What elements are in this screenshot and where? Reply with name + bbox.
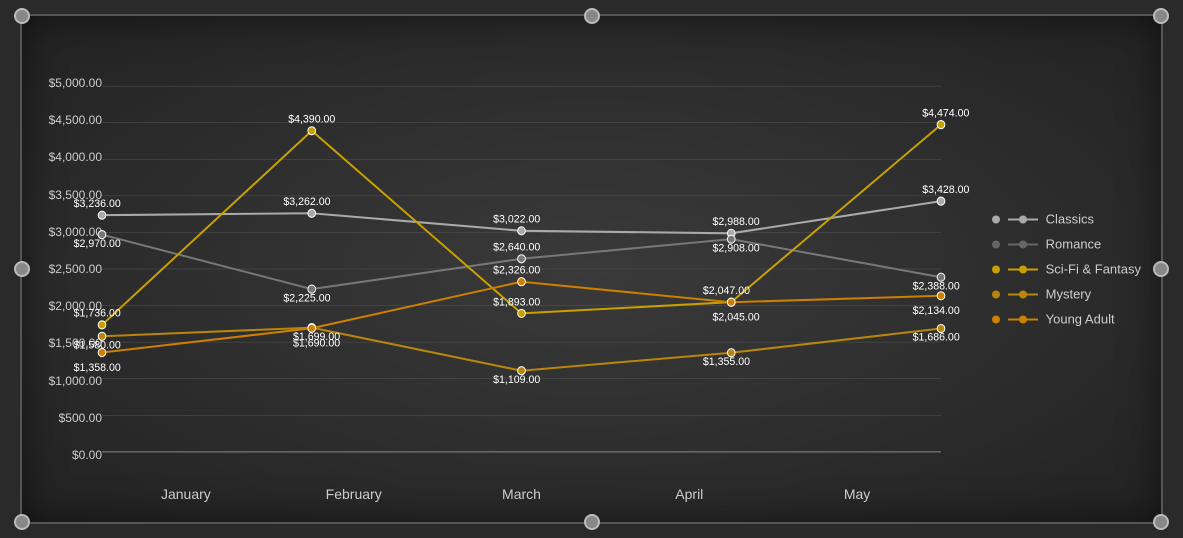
corner-decoration-mr [1153,261,1169,277]
data-label-youngadult: $2,134.00 [913,305,960,317]
legend-label: Young Adult [1046,312,1115,327]
y-axis-label: $5,000.00 [49,76,102,90]
data-label-mystery: $1,580.00 [74,339,121,351]
data-label-youngadult: $2,045.00 [713,311,760,323]
data-point-classics [98,211,106,219]
legend-color-indicator [1008,318,1038,320]
data-label-romance: $2,388.00 [913,280,960,292]
legend-color-indicator [1008,293,1038,295]
data-point-classics [937,197,945,205]
y-axis-label: $500.00 [59,411,102,425]
data-label-classics: $3,236.00 [74,198,121,210]
legend-color-indicator [1008,218,1038,220]
y-axis-labels: $5,000.00$4,500.00$4,000.00$3,500.00$3,0… [32,76,102,462]
line-series-mystery [102,328,941,371]
corner-decoration-tm [584,8,600,24]
chart-plot-area: $3,236.00$3,262.00$3,022.00$2,988.00$3,4… [102,76,941,462]
data-label-scifi: $2,047.00 [703,285,750,297]
y-axis-label: $0.00 [72,448,102,462]
data-point-classics [518,227,526,235]
data-label-romance: $2,908.00 [713,242,760,254]
data-point-classics [308,209,316,217]
data-label-mystery: $1,109.00 [493,374,540,386]
data-label-romance: $2,225.00 [283,292,330,304]
legend-label: Mystery [1046,287,1092,302]
legend-item: Mystery [992,287,1141,302]
legend-item: Young Adult [992,312,1141,327]
data-label-mystery: $1,686.00 [913,331,960,343]
legend-color-indicator [1008,268,1038,270]
data-point-youngadult [518,278,526,286]
corner-decoration-tl [14,8,30,24]
legend-dot [992,240,1000,248]
data-label-classics: $3,262.00 [283,196,330,208]
data-label-youngadult: $1,358.00 [74,362,121,374]
y-axis-label: $2,500.00 [49,262,102,276]
data-point-scifi [937,121,945,129]
x-axis-label: April [605,486,773,502]
data-label-scifi: $1,893.00 [493,296,540,308]
corner-decoration-tr [1153,8,1169,24]
legend-dot [992,265,1000,273]
legend-label: Romance [1046,237,1102,252]
legend-item: Sci-Fi & Fantasy [992,262,1141,277]
x-axis-label: May [773,486,941,502]
data-label-scifi: $1,736.00 [74,308,121,320]
data-point-scifi [98,321,106,329]
chart-legend: Classics Romance Sci-Fi & Fantasy Mystery Yo… [992,212,1141,327]
data-label-classics: $3,428.00 [922,184,969,196]
y-axis-label: $1,000.00 [49,374,102,388]
data-point-scifi [308,127,316,135]
corner-decoration-bm [584,514,600,530]
data-label-scifi: $4,474.00 [922,107,969,119]
corner-decoration-ml [14,261,30,277]
x-axis-labels: JanuaryFebruaryMarchAprilMay [102,486,941,502]
legend-item: Classics [992,212,1141,227]
data-label-romance: $2,970.00 [74,238,121,250]
chart-svg: $3,236.00$3,262.00$3,022.00$2,988.00$3,4… [102,76,941,462]
y-axis-label: $4,000.00 [49,150,102,164]
legend-dot [992,215,1000,223]
legend-label: Sci-Fi & Fantasy [1046,262,1141,277]
x-axis-label: February [270,486,438,502]
data-point-youngadult [308,324,316,332]
corner-decoration-bl [14,514,30,530]
corner-decoration-br [1153,514,1169,530]
legend-color-indicator [1008,243,1038,245]
x-axis-label: March [438,486,606,502]
y-axis-label: $4,500.00 [49,113,102,127]
data-label-scifi: $4,390.00 [288,113,335,125]
data-label-classics: $2,988.00 [713,216,760,228]
chart-container: $5,000.00$4,500.00$4,000.00$3,500.00$3,0… [20,14,1163,524]
data-label-romance: $2,640.00 [493,241,540,253]
data-point-scifi [518,309,526,317]
x-axis-label: January [102,486,270,502]
data-label-youngadult: $1,690.00 [293,337,340,349]
data-label-classics: $3,022.00 [493,213,540,225]
data-point-romance [518,255,526,263]
data-point-youngadult [98,348,106,356]
legend-dot [992,315,1000,323]
legend-dot [992,290,1000,298]
data-point-youngadult [937,292,945,300]
data-label-youngadult: $2,326.00 [493,264,540,276]
data-label-mystery: $1,355.00 [703,356,750,368]
legend-label: Classics [1046,212,1094,227]
data-point-youngadult [727,298,735,306]
legend-item: Romance [992,237,1141,252]
